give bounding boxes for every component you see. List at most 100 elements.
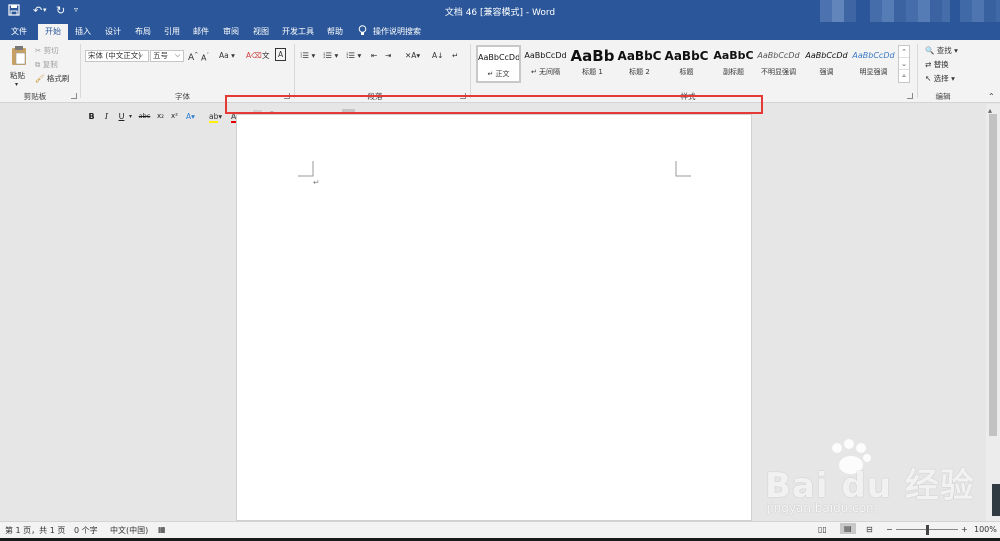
- document-page[interactable]: ↵: [236, 114, 752, 521]
- chevron-down-icon[interactable]: ▾: [129, 111, 132, 122]
- copy-button[interactable]: ⧉ 复制: [35, 59, 58, 70]
- increase-indent-icon[interactable]: ⇥: [385, 50, 391, 61]
- paste-icon: [10, 45, 28, 69]
- style-title[interactable]: AaBbC 标题: [664, 45, 709, 83]
- lightbulb-icon: [358, 24, 367, 40]
- baidu-watermark: Bai du 经验 jingyan.baidu.com: [765, 438, 995, 518]
- tab-mailings[interactable]: 邮件: [189, 24, 213, 40]
- tab-file[interactable]: 文件: [6, 24, 32, 40]
- brush-icon: 🖌: [35, 74, 45, 83]
- numbering-icon[interactable]: ⁞☰ ▾: [323, 50, 338, 61]
- multilevel-list-icon[interactable]: ⁞☰ ▾: [346, 50, 361, 61]
- language-status[interactable]: 中文(中国): [110, 525, 148, 536]
- superscript-button[interactable]: x²: [169, 111, 180, 122]
- cut-button[interactable]: ✂ 剪切: [35, 45, 59, 56]
- tab-view[interactable]: 视图: [249, 24, 273, 40]
- chevron-up-icon[interactable]: ⌃: [899, 46, 909, 58]
- clipboard-launcher-icon[interactable]: [71, 93, 77, 99]
- phonetic-guide-icon[interactable]: 文: [262, 50, 270, 61]
- group-divider: [470, 44, 471, 98]
- group-divider: [80, 44, 81, 98]
- web-layout-icon[interactable]: ⊟: [866, 525, 873, 534]
- tab-review[interactable]: 审阅: [219, 24, 243, 40]
- annotation-highlight: [225, 95, 763, 114]
- replace-button[interactable]: ⇄ 替换: [925, 59, 949, 70]
- underline-button[interactable]: U: [116, 111, 127, 122]
- change-case-button[interactable]: Aa ▾: [219, 50, 235, 61]
- sort-icon[interactable]: A↓: [432, 50, 443, 61]
- margin-corner-top-left: [298, 161, 314, 177]
- grow-font-button[interactable]: A^: [188, 50, 198, 64]
- chevron-down-icon: ▾: [15, 81, 19, 88]
- style-normal[interactable]: AaBbCcDd ↵ 正文: [476, 45, 521, 83]
- styles-gallery-scroll[interactable]: ⌃ ⌄ ⩡: [898, 45, 910, 83]
- chevron-down-icon[interactable]: ⌵: [138, 50, 143, 61]
- font-group-label: 字体: [175, 92, 190, 101]
- subscript-button[interactable]: x₂: [155, 111, 166, 122]
- blurred-user-area: [820, 0, 856, 22]
- clear-format-icon[interactable]: A⌫: [246, 50, 262, 61]
- group-divider: [294, 44, 295, 98]
- char-border-icon[interactable]: A: [275, 48, 287, 61]
- tab-home[interactable]: 开始: [38, 24, 68, 40]
- style-subtle-emphasis[interactable]: AaBbCcDd 不明显强调: [756, 45, 801, 83]
- style-emphasis[interactable]: AaBbCcDd 强调: [804, 45, 849, 83]
- bullets-icon[interactable]: ⁝☰ ▾: [300, 50, 315, 61]
- tab-insert[interactable]: 插入: [71, 24, 95, 40]
- tab-references[interactable]: 引用: [160, 24, 184, 40]
- gallery-expand-icon[interactable]: ⩡: [899, 70, 909, 82]
- tell-me-search[interactable]: 操作说明搜索: [358, 24, 421, 40]
- title-bar: ↶ ▾ ↻ ▿ 文档 46 [兼容模式] - Word: [0, 0, 1000, 22]
- style-heading-2[interactable]: AaBbC 标题 2: [617, 45, 662, 83]
- text-effects-icon[interactable]: A▾: [186, 111, 195, 122]
- bold-button[interactable]: B: [86, 111, 97, 122]
- word-count[interactable]: 0 个字: [74, 525, 98, 536]
- search-icon: 🔍: [925, 46, 935, 55]
- scrollbar-thumb[interactable]: [989, 114, 997, 436]
- paste-button[interactable]: 粘贴 ▾: [8, 45, 30, 88]
- style-heading-1[interactable]: AaBb 标题 1: [570, 45, 615, 83]
- margin-corner-top-right: [675, 161, 691, 177]
- zoom-level[interactable]: 100%: [974, 525, 997, 534]
- group-divider: [917, 44, 918, 98]
- macro-icon[interactable]: ▦: [158, 525, 166, 534]
- tab-developer[interactable]: 开发工具: [279, 24, 317, 40]
- tab-help[interactable]: 帮助: [322, 24, 348, 40]
- scissors-icon: ✂: [35, 46, 42, 55]
- page-count[interactable]: 第 1 页，共 1 页: [5, 525, 65, 536]
- chevron-down-icon[interactable]: ⌵: [175, 50, 180, 61]
- decrease-indent-icon[interactable]: ⇤: [371, 50, 377, 61]
- ribbon-tab-bar: 文件 开始 插入 设计 布局 引用 邮件 审阅 视图 开发工具 帮助 操作说明搜…: [0, 22, 1000, 40]
- read-mode-icon[interactable]: ▯▯: [818, 525, 827, 534]
- tab-design[interactable]: 设计: [101, 24, 125, 40]
- chinese-layout-icon[interactable]: ✕A▾: [405, 50, 420, 61]
- show-marks-icon[interactable]: ↵: [452, 50, 458, 61]
- find-button[interactable]: 🔍 查找 ▾: [925, 45, 958, 56]
- tab-layout[interactable]: 布局: [131, 24, 155, 40]
- shrink-font-button[interactable]: Aˇ: [201, 51, 209, 64]
- format-painter-button[interactable]: 🖌 格式刷: [35, 73, 69, 84]
- paragraph-mark: ↵: [313, 178, 320, 187]
- chevron-down-icon[interactable]: ⌄: [899, 58, 909, 70]
- watermark-url: jingyan.baidu.com: [767, 501, 878, 515]
- status-bar: 第 1 页，共 1 页 0 个字 中文(中国) ▦ ▯▯ ▤ ⊟ − + 100…: [0, 521, 1000, 538]
- zoom-out-icon[interactable]: −: [886, 525, 893, 534]
- style-subtitle[interactable]: AaBbC 副标题: [711, 45, 756, 83]
- watermark-logo: Bai du 经验: [765, 466, 975, 506]
- ribbon-home: 粘贴 ▾ ✂ 剪切 ⧉ 复制 🖌 格式刷 剪贴板 宋体 (中文正文) ⌵ 五号 …: [0, 40, 1000, 124]
- zoom-slider-thumb[interactable]: [926, 525, 929, 535]
- copy-icon: ⧉: [35, 60, 41, 69]
- collapse-ribbon-icon[interactable]: ⌃: [988, 91, 995, 102]
- styles-launcher-icon[interactable]: [907, 93, 913, 99]
- blurred-user-area: [870, 0, 950, 22]
- italic-button[interactable]: I: [101, 111, 112, 122]
- style-intense-emphasis[interactable]: AaBbCcDd 明显强调: [851, 45, 896, 83]
- select-button[interactable]: ↖ 选择 ▾: [925, 73, 955, 84]
- highlight-icon[interactable]: ab▾: [209, 111, 222, 123]
- clipboard-group-label: 剪贴板: [23, 92, 47, 101]
- print-layout-icon[interactable]: ▤: [840, 523, 856, 534]
- cursor-icon: ↖: [925, 74, 932, 83]
- strikethrough-button[interactable]: abc: [137, 111, 152, 122]
- style-no-spacing[interactable]: AaBbCcDd ↵ 无间隔: [523, 45, 568, 83]
- zoom-in-icon[interactable]: +: [961, 525, 968, 534]
